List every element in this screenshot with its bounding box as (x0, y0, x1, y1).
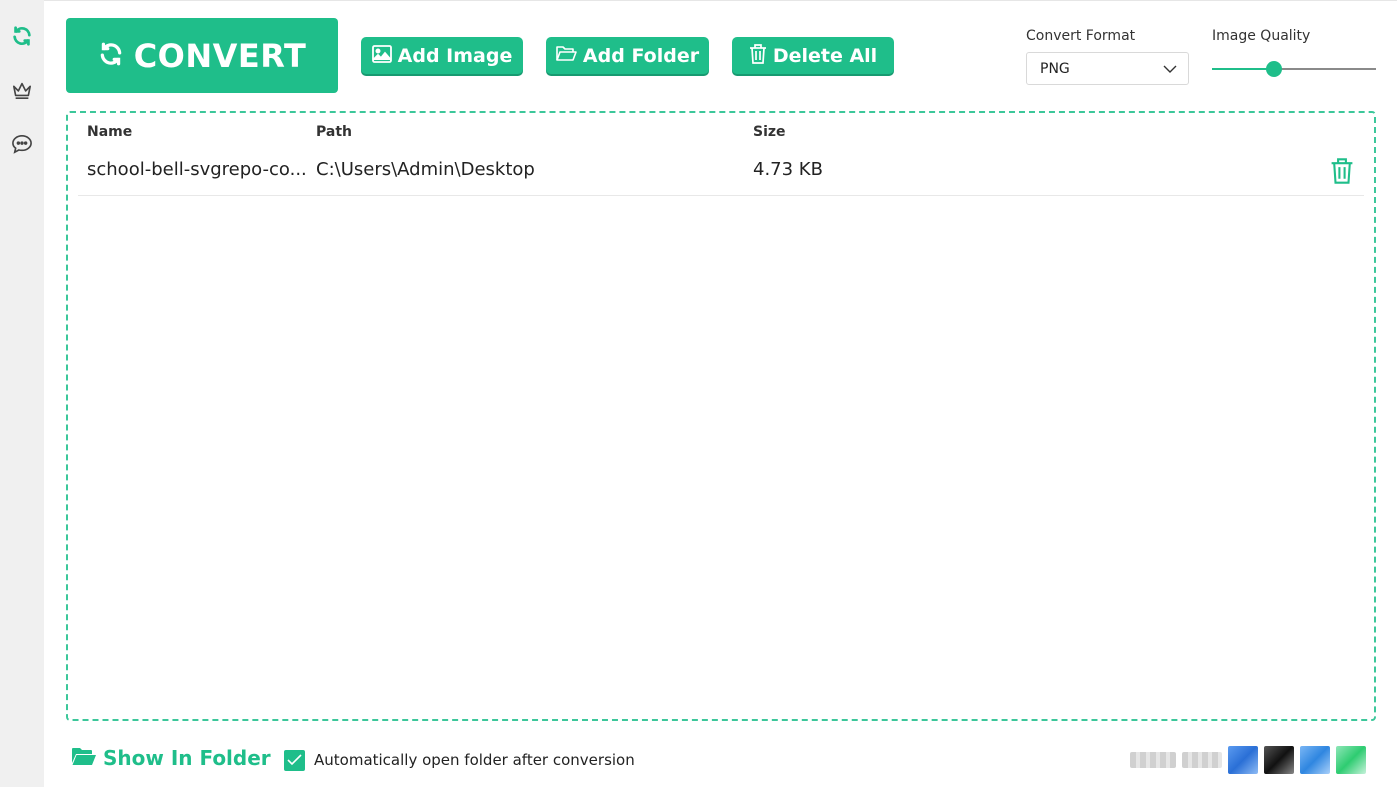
add-image-label: Add Image (397, 44, 513, 67)
chat-bubble-icon (11, 134, 33, 154)
app-icon[interactable] (1336, 746, 1366, 774)
sidebar (0, 0, 44, 787)
image-quality-label: Image Quality (1212, 28, 1311, 44)
image-icon (371, 44, 392, 67)
slider-fill (1212, 68, 1275, 70)
trash-icon (1330, 158, 1354, 188)
show-in-folder-button[interactable]: Show In Folder (72, 746, 271, 770)
auto-open-checkbox[interactable] (284, 750, 305, 771)
image-quality-slider[interactable] (1212, 60, 1376, 78)
add-folder-label: Add Folder (582, 44, 700, 67)
slider-thumb[interactable] (1266, 61, 1283, 77)
folder-open-icon (556, 45, 577, 66)
auto-open-label[interactable]: Automatically open folder after conversi… (314, 751, 635, 769)
file-name: school-bell-svgrepo-co... (87, 159, 307, 180)
blurred-text (1182, 752, 1222, 768)
sidebar-feedback-button[interactable] (9, 131, 35, 157)
column-header-path[interactable]: Path (316, 124, 352, 140)
convert-button[interactable]: CONVERT (66, 18, 338, 93)
convert-label: CONVERT (133, 36, 307, 75)
sidebar-convert-button[interactable] (9, 23, 35, 49)
add-folder-button[interactable]: Add Folder (546, 37, 709, 74)
delete-all-button[interactable]: Delete All (732, 37, 894, 74)
file-drop-zone[interactable] (66, 111, 1376, 721)
chevron-down-icon (1162, 61, 1178, 81)
trash-icon (749, 43, 767, 68)
app-icon[interactable] (1228, 746, 1258, 774)
delete-all-label: Delete All (772, 44, 878, 67)
file-size: 4.73 KB (753, 159, 823, 180)
crown-icon (11, 80, 33, 100)
refresh-icon (11, 25, 33, 47)
convert-format-value: PNG (1040, 60, 1070, 77)
row-divider (78, 195, 1364, 196)
app-icon[interactable] (1264, 746, 1294, 774)
top-divider (44, 0, 1397, 1)
file-path: C:\Users\Admin\Desktop (316, 159, 535, 180)
add-image-button[interactable]: Add Image (361, 37, 523, 74)
folder-open-icon (72, 747, 96, 770)
sidebar-premium-button[interactable] (9, 77, 35, 103)
column-header-name[interactable]: Name (87, 124, 132, 140)
convert-format-select[interactable]: PNG (1026, 52, 1189, 85)
refresh-icon (98, 41, 124, 71)
column-header-size[interactable]: Size (753, 124, 786, 140)
checkmark-icon (287, 751, 302, 770)
remove-file-button[interactable] (1330, 158, 1354, 184)
convert-format-label: Convert Format (1026, 28, 1136, 44)
show-in-folder-label: Show In Folder (103, 746, 271, 770)
blurred-text (1130, 752, 1176, 768)
app-icon[interactable] (1300, 746, 1330, 774)
related-apps-tray (1130, 745, 1366, 775)
